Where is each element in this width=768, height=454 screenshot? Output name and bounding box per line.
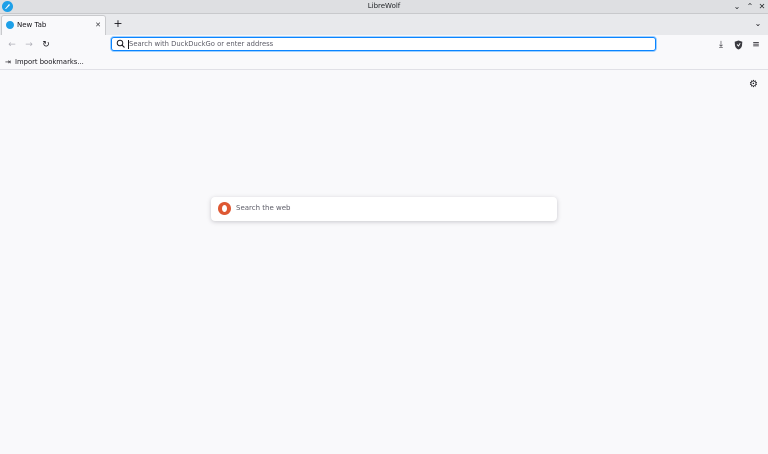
shield-icon	[734, 40, 742, 50]
url-input[interactable]	[129, 38, 629, 50]
new-tab-button[interactable]: +	[112, 15, 124, 33]
ublock-shield-button[interactable]	[731, 38, 745, 52]
back-button[interactable]: ←	[5, 38, 19, 52]
tab-new-tab[interactable]: New Tab ✕	[1, 15, 106, 35]
gear-icon[interactable]: ⚙	[748, 79, 759, 90]
import-icon: ⇥	[5, 58, 11, 66]
close-window-button[interactable]: ✕	[756, 0, 768, 13]
duckduckgo-icon	[218, 202, 231, 215]
maximize-button[interactable]: ⌃	[744, 0, 756, 13]
search-placeholder: Search the web	[236, 204, 291, 212]
tab-favicon-icon	[6, 21, 14, 29]
tab-title: New Tab	[17, 21, 47, 29]
minimize-button[interactable]: ⌄	[731, 0, 743, 13]
tab-close-button[interactable]: ✕	[95, 19, 101, 32]
window-titlebar: LibreWolf ⌄ ⌃ ✕	[0, 0, 768, 14]
list-all-tabs-button[interactable]: ⌄	[752, 15, 764, 33]
import-bookmarks-label: Import bookmarks...	[15, 58, 84, 66]
forward-button[interactable]: →	[22, 38, 36, 52]
window-title: LibreWolf	[367, 2, 401, 10]
app-menu-button[interactable]: ≡	[749, 38, 763, 52]
import-bookmarks-button[interactable]: ⇥ Import bookmarks...	[5, 56, 84, 69]
url-bar[interactable]	[111, 37, 656, 51]
bookmarks-toolbar: ⇥ Import bookmarks...	[0, 56, 768, 70]
search-icon	[116, 39, 125, 48]
reload-button[interactable]: ↻	[39, 38, 53, 52]
newtab-search-box[interactable]: Search the web	[211, 197, 557, 221]
download-button[interactable]: ⤓	[714, 38, 728, 52]
